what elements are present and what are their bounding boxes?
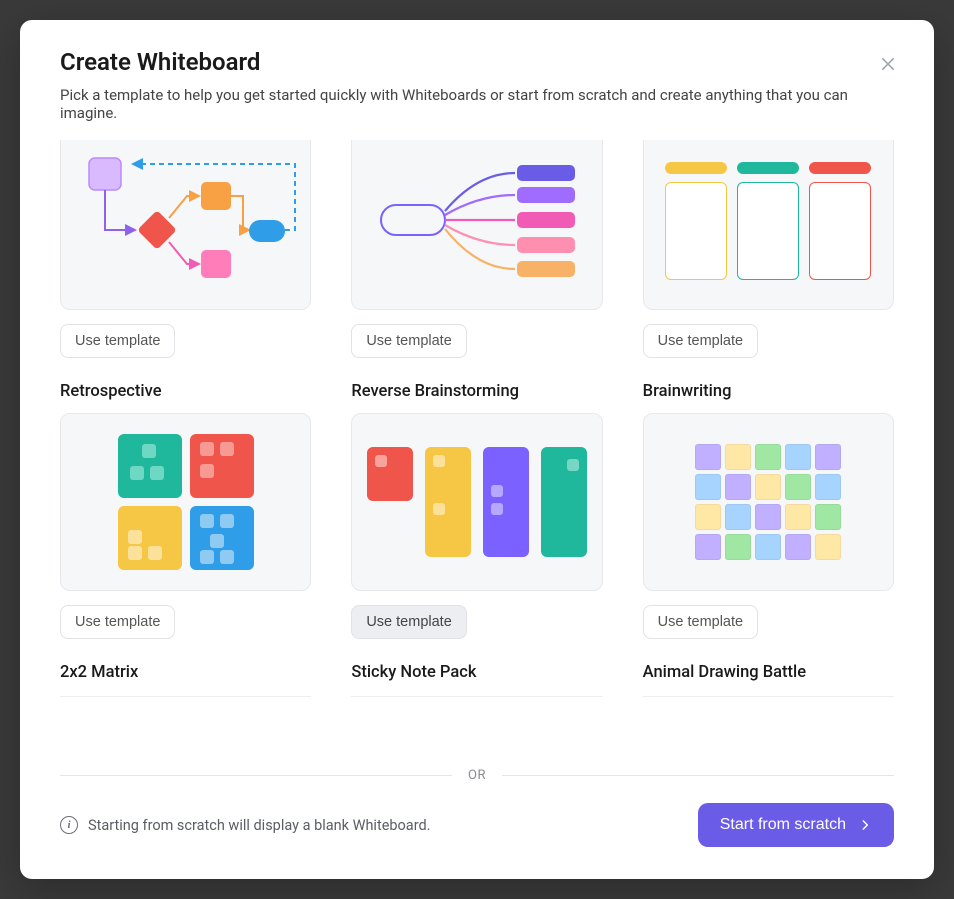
template-title: Retrospective (60, 382, 311, 401)
template-card-animal-drawing-battle: Animal Drawing Battle Use template (643, 663, 894, 697)
footer-info-text: Starting from scratch will display a bla… (88, 817, 430, 834)
use-template-button[interactable]: Use template (643, 324, 758, 358)
template-preview-brainwriting[interactable] (643, 413, 894, 591)
info-icon: i (60, 816, 78, 834)
template-title: Sticky Note Pack (351, 663, 602, 697)
start-from-scratch-button[interactable]: Start from scratch (698, 803, 894, 847)
use-template-button[interactable]: Use template (643, 605, 758, 639)
template-preview-flow-chart[interactable] (60, 140, 311, 310)
template-title: 2x2 Matrix (60, 663, 311, 697)
close-button[interactable] (874, 50, 902, 78)
template-preview-concept-mapping[interactable] (351, 140, 602, 310)
use-template-button[interactable]: Use template (351, 324, 466, 358)
template-card-brainwriting: Brainwriting Use template (643, 382, 894, 639)
template-title: Animal Drawing Battle (643, 663, 894, 697)
templates-scroll-area[interactable]: Flow Chart (20, 140, 934, 748)
template-preview-reverse-brainstorming[interactable] (351, 413, 602, 591)
use-template-button[interactable]: Use template (60, 324, 175, 358)
divider-line (60, 775, 452, 776)
create-whiteboard-modal: Create Whiteboard Pick a template to hel… (20, 20, 934, 879)
use-template-button[interactable]: Use template (60, 605, 175, 639)
template-title: Reverse Brainstorming (351, 382, 602, 401)
modal-footer: i Starting from scratch will display a b… (20, 791, 934, 879)
templates-grid: Flow Chart (60, 140, 894, 697)
divider-line (502, 775, 894, 776)
template-card-stand-up: Stand-Up Use template (643, 140, 894, 358)
close-icon (879, 55, 897, 73)
template-preview-stand-up[interactable] (643, 140, 894, 310)
chevron-right-icon (858, 818, 872, 832)
start-from-scratch-label: Start from scratch (720, 816, 846, 834)
template-card-sticky-note-pack: Sticky Note Pack Use template (351, 663, 602, 697)
template-preview-retrospective[interactable] (60, 413, 311, 591)
modal-header: Create Whiteboard Pick a template to hel… (20, 20, 934, 140)
template-card-concept-mapping: Concept Mapping (351, 140, 602, 358)
use-template-button[interactable]: Use template (351, 605, 466, 639)
modal-subtitle: Pick a template to help you get started … (60, 86, 894, 122)
template-card-flow-chart: Flow Chart (60, 140, 311, 358)
template-card-reverse-brainstorming: Reverse Brainstorming (351, 382, 602, 639)
template-title: Brainwriting (643, 382, 894, 401)
divider-label: OR (468, 768, 486, 783)
footer-info: i Starting from scratch will display a b… (60, 816, 430, 834)
template-card-2x2-matrix: 2x2 Matrix Use template (60, 663, 311, 697)
template-card-retrospective: Retrospective (60, 382, 311, 639)
divider: OR (20, 748, 934, 791)
modal-title: Create Whiteboard (60, 48, 894, 76)
